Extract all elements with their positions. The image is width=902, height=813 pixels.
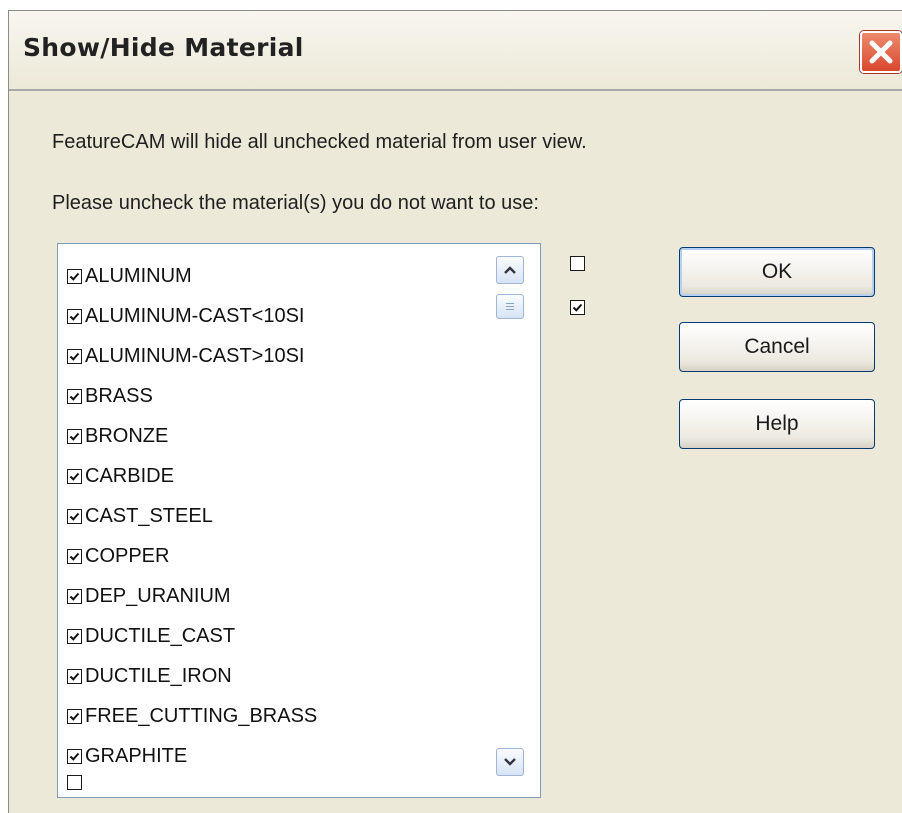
material-label: ALUMINUM — [85, 264, 192, 287]
scroll-up-button[interactable] — [496, 256, 524, 284]
scroll-thumb[interactable] — [496, 294, 524, 319]
material-label: DUCTILE_CAST — [85, 624, 236, 647]
material-checkbox[interactable] — [67, 508, 82, 524]
title-bar: Show/Hide Material — [9, 11, 902, 91]
chevron-down-icon — [504, 758, 516, 766]
material-label: BRONZE — [85, 424, 169, 447]
material-label: BRASS — [85, 384, 153, 407]
ok-button[interactable]: OK — [679, 247, 875, 297]
instruction-text: Please uncheck the material(s) you do no… — [52, 192, 539, 214]
help-button[interactable]: Help — [679, 399, 875, 449]
material-label: FREE_CUTTING_BRASS — [85, 704, 318, 727]
close-button[interactable] — [860, 31, 902, 73]
list-item[interactable]: COPPER — [67, 536, 169, 576]
material-label: COPPER — [85, 544, 170, 567]
material-checkbox[interactable] — [67, 388, 82, 404]
material-checkbox[interactable] — [67, 348, 82, 364]
uncheck-all-checkbox[interactable] — [570, 256, 585, 271]
list-item[interactable]: BRASS — [67, 376, 153, 416]
material-label: GRAPHITE — [85, 744, 188, 767]
material-checkbox[interactable] — [67, 428, 82, 444]
material-label: DUCTILE_IRON — [85, 664, 232, 687]
material-label: ALUMINUM-CAST<10SI — [85, 304, 305, 327]
list-item[interactable]: CARBIDE — [67, 456, 174, 496]
material-checkbox[interactable] — [67, 628, 82, 644]
check-all-checkbox[interactable] — [570, 300, 585, 315]
material-label: ALUMINUM-CAST>10SI — [85, 344, 305, 367]
material-checkbox[interactable] — [67, 468, 82, 484]
material-label: DEP_URANIUM — [85, 584, 231, 607]
material-list[interactable]: ALUMINUM ALUMINUM-CAST<10SI ALUMINUM-CAST>… — [57, 243, 541, 798]
material-checkbox[interactable] — [67, 668, 82, 684]
material-checkbox[interactable] — [67, 308, 82, 324]
list-item[interactable]: DUCTILE_CAST — [67, 616, 235, 656]
list-item[interactable]: ALUMINUM — [67, 256, 192, 296]
list-item[interactable]: ALUMINUM-CAST<10SI — [67, 296, 305, 336]
material-checkbox[interactable] — [67, 268, 82, 284]
material-label: CAST_STEEL — [85, 504, 213, 527]
list-item[interactable]: ALUMINUM-CAST>10SI — [67, 336, 305, 376]
cancel-button[interactable]: Cancel — [679, 322, 875, 372]
close-icon — [869, 40, 893, 64]
list-item[interactable]: CAST_STEEL — [67, 496, 213, 536]
dialog-title: Show/Hide Material — [23, 33, 304, 62]
list-item[interactable]: DEP_URANIUM — [67, 576, 231, 616]
show-hide-material-dialog: Show/Hide Material FeatureCAM will hide … — [8, 10, 902, 813]
grip-icon — [506, 302, 514, 310]
list-item[interactable]: FREE_CUTTING_BRASS — [67, 696, 317, 736]
scroll-down-button[interactable] — [496, 748, 524, 776]
list-item-partial — [67, 762, 85, 797]
list-item[interactable]: DUCTILE_IRON — [67, 656, 232, 696]
list-item[interactable]: BRONZE — [67, 416, 168, 456]
chevron-up-icon — [504, 266, 516, 274]
scrollbar[interactable] — [491, 244, 540, 797]
material-label: CARBIDE — [85, 464, 174, 487]
list-item[interactable]: GRAPHITE — [67, 736, 187, 776]
info-text: FeatureCAM will hide all unchecked mater… — [52, 131, 587, 153]
material-checkbox[interactable] — [67, 588, 82, 604]
material-checkbox[interactable] — [67, 548, 82, 564]
material-checkbox[interactable] — [67, 708, 82, 724]
